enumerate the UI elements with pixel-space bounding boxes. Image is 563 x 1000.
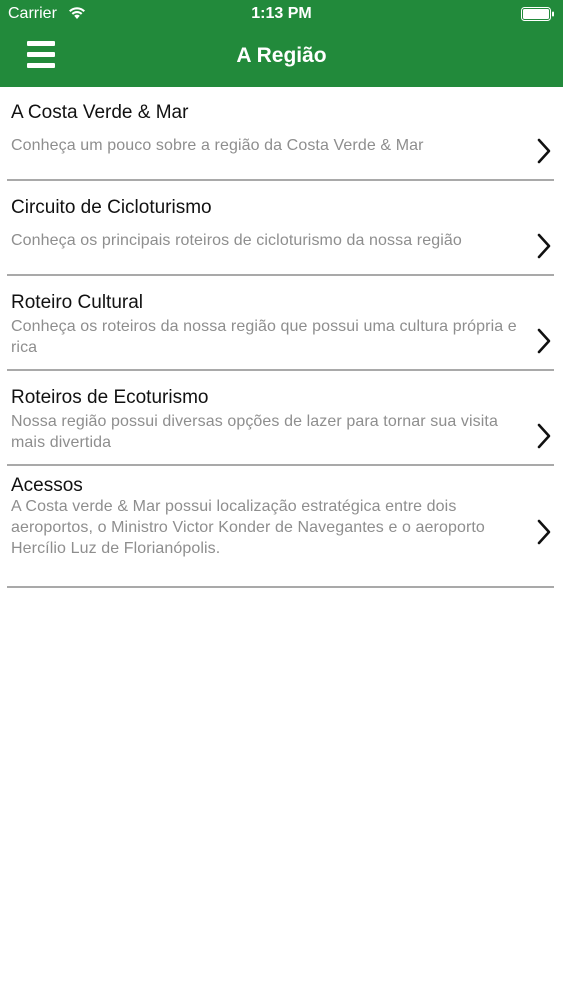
navigation-bar: A Região (0, 28, 563, 87)
status-time: 1:13 PM (251, 5, 312, 22)
chevron-right-icon (537, 328, 551, 354)
chevron-right-icon (537, 233, 551, 259)
list-item-title: Circuito de Cicloturismo (11, 197, 212, 218)
list-item-subtitle: Conheça os principais roteiros de ciclot… (11, 232, 462, 249)
divider (7, 586, 554, 588)
header-bar: Carrier 1:13 PM A Região (0, 0, 563, 87)
list-item-subtitle: Conheça um pouco sobre a região da Costa… (11, 137, 424, 154)
list-item-title: Roteiro Cultural (11, 292, 143, 313)
battery-icon (521, 7, 554, 21)
list-item-title: A Costa Verde & Mar (11, 102, 189, 123)
list-item-subtitle: Conheça os roteiros da nossa região que … (11, 318, 517, 356)
list-item-subtitle: Nossa região possui diversas opções de l… (11, 413, 498, 451)
chevron-right-icon (537, 138, 551, 164)
list-item-ecoturismo[interactable]: Roteiros de Ecoturismo Nossa região poss… (0, 371, 563, 466)
list-item-subtitle: A Costa verde & Mar possui localização e… (11, 498, 485, 557)
list-item-title: Roteiros de Ecoturismo (11, 387, 209, 408)
list-item-title: Acessos (11, 475, 83, 496)
list-item-acessos[interactable]: Acessos A Costa verde & Mar possui local… (0, 466, 563, 589)
status-bar: Carrier 1:13 PM (0, 0, 563, 28)
chevron-right-icon (537, 423, 551, 449)
list-item-cicloturismo[interactable]: Circuito de Cicloturismo Conheça os prin… (0, 181, 563, 276)
page-title: A Região (236, 44, 327, 67)
chevron-right-icon (537, 519, 551, 545)
list-item-roteiro-cultural[interactable]: Roteiro Cultural Conheça os roteiros da … (0, 276, 563, 371)
list-item-costa-verde[interactable]: A Costa Verde & Mar Conheça um pouco sob… (0, 87, 563, 181)
